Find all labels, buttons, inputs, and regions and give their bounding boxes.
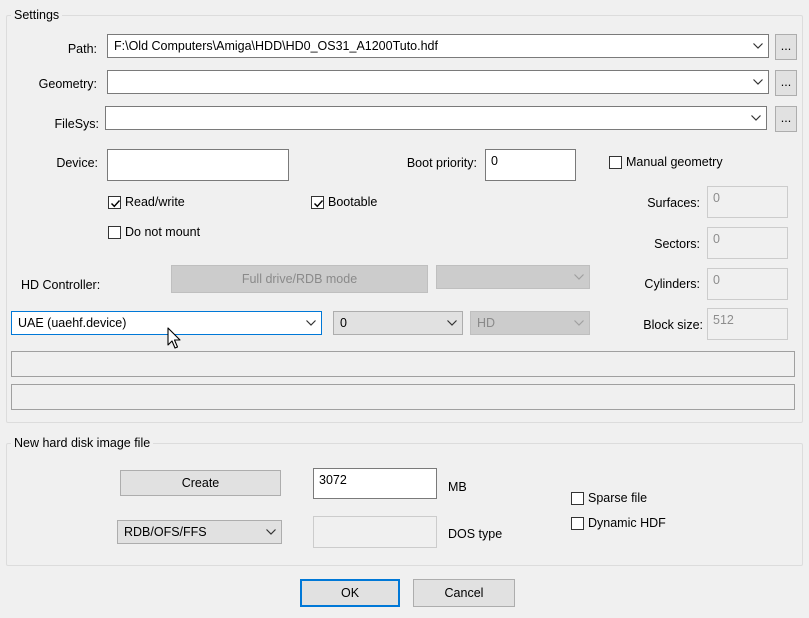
format-combobox[interactable]: RDB/OFS/FFS xyxy=(117,520,282,544)
read-write-checkbox[interactable]: Read/write xyxy=(108,194,185,210)
device-label: Device: xyxy=(56,156,98,170)
manual-geometry-label: Manual geometry xyxy=(626,155,723,169)
chevron-down-icon xyxy=(447,320,457,326)
do-not-mount-label: Do not mount xyxy=(125,225,201,239)
checkbox-box xyxy=(571,516,584,530)
read-write-label: Read/write xyxy=(125,195,185,209)
sparse-file-label: Sparse file xyxy=(588,491,648,505)
filesys-label: FileSys: xyxy=(54,117,99,131)
boot-priority-label: Boot priority: xyxy=(406,156,477,170)
chevron-down-icon xyxy=(753,43,763,49)
geometry-label: Geometry: xyxy=(38,77,97,91)
boot-priority-input[interactable]: 0 xyxy=(485,149,576,181)
chevron-down-icon xyxy=(574,274,584,280)
sectors-label: Sectors: xyxy=(654,237,700,251)
controller-value: UAE (uaehf.device) xyxy=(18,316,127,330)
chevron-down-icon xyxy=(574,320,584,326)
unit-value: 0 xyxy=(340,316,347,330)
hd-controller-label: HD Controller: xyxy=(21,278,101,292)
chevron-down-icon xyxy=(753,79,763,85)
dynamic-hdf-checkbox[interactable]: Dynamic HDF xyxy=(571,515,666,531)
do-not-mount-checkbox[interactable]: Do not mount xyxy=(108,224,200,240)
block-size-label: Block size: xyxy=(643,318,703,332)
dynamic-hdf-label: Dynamic HDF xyxy=(588,516,666,530)
dos-type-label: DOS type xyxy=(448,527,503,541)
type-value: HD xyxy=(477,316,496,330)
cancel-button[interactable]: Cancel xyxy=(413,579,515,607)
device-input[interactable] xyxy=(107,149,289,181)
chevron-down-icon xyxy=(266,529,276,535)
checkmark-icon xyxy=(311,195,324,209)
cylinders-input[interactable]: 0 xyxy=(707,268,788,300)
dos-type-input[interactable] xyxy=(313,516,437,548)
path-label: Path: xyxy=(67,42,97,56)
path-combobox[interactable]: F:\Old Computers\Amiga\HDD\HD0_OS31_A120… xyxy=(107,34,769,58)
mouse-cursor-icon xyxy=(167,327,183,354)
unit-combobox[interactable]: 0 xyxy=(333,311,463,335)
create-button[interactable]: Create xyxy=(120,470,281,496)
chevron-down-icon xyxy=(751,115,761,121)
checkbox-box xyxy=(571,491,584,505)
path-value: F:\Old Computers\Amiga\HDD\HD0_OS31_A120… xyxy=(114,39,438,53)
type-combobox[interactable]: HD xyxy=(470,311,590,335)
chevron-down-icon xyxy=(306,320,316,326)
new-image-group-title: New hard disk image file xyxy=(11,436,154,450)
geometry-browse-button[interactable]: ... xyxy=(775,70,797,96)
checkmark-icon xyxy=(108,195,121,209)
block-size-input[interactable]: 512 xyxy=(707,308,788,340)
info-bar-1 xyxy=(11,351,795,377)
surfaces-input[interactable]: 0 xyxy=(707,186,788,218)
surfaces-label: Surfaces: xyxy=(647,196,700,210)
bootable-checkbox[interactable]: Bootable xyxy=(311,194,377,210)
format-value: RDB/OFS/FFS xyxy=(124,525,207,539)
geometry-combobox[interactable] xyxy=(107,70,769,94)
path-browse-button[interactable]: ... xyxy=(775,34,797,60)
size-unit-label: MB xyxy=(448,480,467,494)
filesys-browse-button[interactable]: ... xyxy=(775,106,797,132)
info-bar-2 xyxy=(11,384,795,410)
ok-button[interactable]: OK xyxy=(300,579,400,607)
checkbox-box xyxy=(108,225,121,239)
manual-geometry-checkbox[interactable]: Manual geometry xyxy=(609,154,723,170)
full-drive-rdb-button[interactable]: Full drive/RDB mode xyxy=(171,265,428,293)
filesys-combobox[interactable] xyxy=(105,106,767,130)
rdb-mode-combobox[interactable] xyxy=(436,265,590,289)
cylinders-label: Cylinders: xyxy=(644,277,700,291)
checkbox-box xyxy=(609,155,622,169)
bootable-label: Bootable xyxy=(328,195,378,209)
size-input[interactable]: 3072 xyxy=(313,468,437,499)
sectors-input[interactable]: 0 xyxy=(707,227,788,259)
settings-group-title: Settings xyxy=(11,8,63,22)
sparse-file-checkbox[interactable]: Sparse file xyxy=(571,490,647,506)
